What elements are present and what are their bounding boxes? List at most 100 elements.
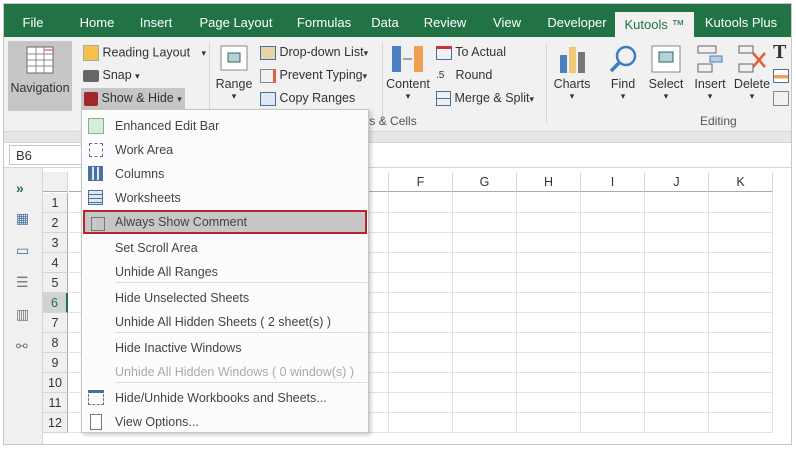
select-all-corner[interactable] <box>43 172 68 192</box>
format-icon[interactable] <box>773 69 789 83</box>
menu-item-always-show-comment[interactable]: Always Show Comment <box>83 210 367 234</box>
reading-layout-button[interactable]: Reading Layout ▾ <box>83 45 206 61</box>
delete-button[interactable]: Delete ▾ <box>731 45 773 102</box>
cell[interactable] <box>517 213 581 233</box>
cell[interactable] <box>517 353 581 373</box>
tab-kutools[interactable]: Kutools ™ <box>615 12 694 37</box>
cell[interactable] <box>389 313 453 333</box>
to-actual-button[interactable]: To Actual <box>436 45 506 60</box>
cell[interactable] <box>709 193 773 213</box>
find-replace-icon[interactable]: ⚯ <box>16 338 28 355</box>
cell[interactable] <box>581 193 645 213</box>
range-button[interactable]: Range ▾ <box>214 45 254 102</box>
cell[interactable] <box>645 393 709 413</box>
cell[interactable] <box>389 413 453 433</box>
column-header[interactable]: H <box>517 172 581 192</box>
cell[interactable] <box>389 373 453 393</box>
cell[interactable] <box>453 273 517 293</box>
workbook-sheet-icon[interactable]: ▦ <box>16 210 29 227</box>
cell[interactable] <box>517 333 581 353</box>
cell[interactable] <box>453 213 517 233</box>
cell[interactable] <box>581 253 645 273</box>
menu-item-work-area[interactable]: Work Area <box>83 138 367 162</box>
tab-view[interactable]: View <box>486 4 528 37</box>
menu-item-hide-inactive-windows[interactable]: Hide Inactive Windows <box>83 336 367 360</box>
cell[interactable] <box>517 393 581 413</box>
content-button[interactable]: Content ▾ <box>384 45 432 102</box>
tab-formulas[interactable]: Formulas <box>288 4 360 37</box>
cell[interactable] <box>389 353 453 373</box>
cell[interactable] <box>453 193 517 213</box>
tab-kutools-plus[interactable]: Kutools Plus <box>700 4 782 37</box>
cell[interactable] <box>453 233 517 253</box>
navigation-button[interactable]: Navigation <box>8 41 72 111</box>
tab-data[interactable]: Data <box>364 4 406 37</box>
cell[interactable] <box>581 373 645 393</box>
cell[interactable] <box>517 273 581 293</box>
column-header[interactable]: J <box>645 172 709 192</box>
round-button[interactable]: .5 Round <box>436 68 492 82</box>
row-header[interactable]: 4 <box>43 253 68 273</box>
cell[interactable] <box>453 353 517 373</box>
cell[interactable] <box>645 233 709 253</box>
merge-split-button[interactable]: Merge & Split▾ <box>436 91 534 107</box>
cell[interactable] <box>709 373 773 393</box>
cell[interactable] <box>389 213 453 233</box>
menu-item-unhide-all-ranges[interactable]: Unhide All Ranges <box>83 260 367 284</box>
row-header[interactable]: 2 <box>43 213 68 233</box>
cell[interactable] <box>517 233 581 253</box>
cell[interactable] <box>645 313 709 333</box>
row-header[interactable]: 1 <box>43 193 68 213</box>
cell[interactable] <box>709 233 773 253</box>
cell[interactable] <box>645 293 709 313</box>
cell[interactable] <box>389 253 453 273</box>
column-header[interactable]: K <box>709 172 773 192</box>
cell[interactable] <box>709 293 773 313</box>
tab-review[interactable]: Review <box>420 4 470 37</box>
prevent-typing-button[interactable]: Prevent Typing▾ <box>260 68 367 83</box>
cell[interactable] <box>709 253 773 273</box>
row-header[interactable]: 8 <box>43 333 68 353</box>
menu-item-enhanced-edit-bar[interactable]: Enhanced Edit Bar <box>83 114 367 138</box>
row-header[interactable]: 12 <box>43 413 68 433</box>
cell[interactable] <box>581 393 645 413</box>
row-header[interactable]: 3 <box>43 233 68 253</box>
column-list-icon[interactable]: ▥ <box>16 306 29 323</box>
cell[interactable] <box>517 373 581 393</box>
find-button[interactable]: Find ▾ <box>604 45 642 102</box>
cell[interactable] <box>389 193 453 213</box>
cell[interactable] <box>581 353 645 373</box>
cell[interactable] <box>709 273 773 293</box>
menu-item-hide-unhide-workbooks-and-sheets[interactable]: Hide/Unhide Workbooks and Sheets... <box>83 386 367 410</box>
menu-item-view-options[interactable]: View Options... <box>83 410 367 434</box>
cell[interactable] <box>709 313 773 333</box>
cell[interactable] <box>517 413 581 433</box>
cell[interactable] <box>581 313 645 333</box>
tab-insert[interactable]: Insert <box>130 4 182 37</box>
cell[interactable] <box>517 313 581 333</box>
expand-icon[interactable]: » <box>16 180 24 196</box>
cell[interactable] <box>709 213 773 233</box>
cell[interactable] <box>389 233 453 253</box>
cell[interactable] <box>453 333 517 353</box>
link-icon[interactable] <box>773 91 789 106</box>
tab-home[interactable]: Home <box>70 4 124 37</box>
cell[interactable] <box>645 333 709 353</box>
autotext-icon[interactable]: ▭ <box>16 242 29 259</box>
cell[interactable] <box>517 193 581 213</box>
menu-item-set-scroll-area[interactable]: Set Scroll Area <box>83 236 367 260</box>
text-tools-icon[interactable]: T <box>773 41 786 64</box>
row-header[interactable]: 7 <box>43 313 68 333</box>
row-header[interactable]: 10 <box>43 373 68 393</box>
show-hide-button[interactable]: Show & Hide ▾ <box>81 88 185 110</box>
cell[interactable] <box>645 413 709 433</box>
cell[interactable] <box>645 253 709 273</box>
column-header[interactable]: I <box>581 172 645 192</box>
tab-developer[interactable]: Developer <box>540 4 614 37</box>
cell[interactable] <box>645 353 709 373</box>
cell[interactable] <box>581 233 645 253</box>
column-header[interactable]: F <box>389 172 453 192</box>
row-header[interactable]: 6 <box>43 293 68 313</box>
dropdown-list-button[interactable]: Drop-down List▾ <box>260 45 368 60</box>
cell[interactable] <box>517 253 581 273</box>
